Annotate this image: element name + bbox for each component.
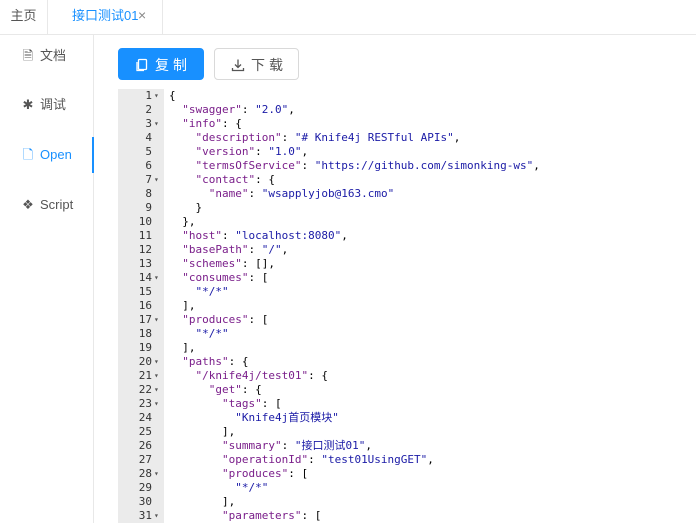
- line-number: 17: [138, 313, 152, 326]
- tab-bar: 主页 接口测试01 ×: [0, 0, 696, 35]
- line-number: 25: [138, 425, 152, 438]
- code-text: "contact": {: [195, 173, 275, 186]
- code-text: "produces": [: [221, 467, 309, 480]
- line-number: 6: [145, 159, 152, 172]
- fold-toggle-icon[interactable]: ▾: [154, 117, 159, 131]
- code-text: ],: [169, 299, 196, 312]
- line-number: 24: [138, 411, 152, 424]
- code-text: "produces": [: [182, 313, 269, 326]
- line-number: 21: [138, 369, 152, 382]
- fold-toggle-icon[interactable]: ▾: [154, 383, 159, 397]
- line-number: 12: [138, 243, 152, 256]
- line-number: 5: [145, 145, 152, 158]
- line-number: 22: [138, 383, 152, 396]
- tab-label: 接口测试01: [72, 8, 139, 23]
- line-number: 20: [138, 355, 152, 368]
- code-text: "info": {: [182, 117, 242, 130]
- code-text: "description": "# Knife4j RESTful APIs",: [195, 131, 461, 144]
- fold-toggle-icon[interactable]: ▾: [154, 355, 159, 369]
- line-number: 27: [138, 453, 152, 466]
- code-text: "*/*": [195, 285, 229, 298]
- tab-home[interactable]: 主页: [0, 0, 48, 34]
- line-number: 3: [145, 117, 152, 130]
- fold-toggle-icon[interactable]: ▾: [154, 369, 159, 383]
- code-text: },: [169, 215, 196, 228]
- code-text: "tags": [: [221, 397, 282, 410]
- code-text: "*/*": [195, 327, 229, 340]
- code-text: "name": "wsapplyjob@163.cmo": [208, 187, 395, 200]
- close-icon[interactable]: ×: [138, 0, 146, 31]
- tab-interface-test[interactable]: 接口测试01 ×: [58, 0, 163, 34]
- fold-toggle-icon[interactable]: ▾: [154, 467, 159, 481]
- line-number: 16: [138, 299, 152, 312]
- sidebar-item-label: Script: [40, 197, 74, 212]
- code-text: "basePath": "/",: [182, 243, 289, 256]
- code-text: "summary": "接口测试01",: [221, 439, 372, 452]
- line-number: 19: [138, 341, 152, 354]
- code-text: ],: [169, 495, 236, 508]
- code-text: "paths": {: [182, 355, 249, 368]
- download-button[interactable]: 下载: [214, 48, 299, 80]
- line-number: 11: [138, 229, 152, 242]
- download-label: 下载: [251, 57, 287, 73]
- code-editor[interactable]: 1 ▾{2 "swagger": "2.0", 3 ▾ "info": {4 "des…: [118, 89, 696, 523]
- code-icon: ❖: [22, 197, 34, 212]
- sidebar-item-script[interactable]: ❖ Script: [0, 187, 93, 223]
- line-number: 8: [145, 187, 152, 200]
- fold-toggle-icon[interactable]: ▾: [154, 397, 159, 411]
- code-text: "swagger": "2.0",: [182, 103, 295, 116]
- line-number: 2: [145, 103, 152, 116]
- line-number: 30: [138, 495, 152, 508]
- copy-button[interactable]: 复制: [118, 48, 204, 80]
- fold-toggle-icon[interactable]: ▾: [154, 313, 159, 327]
- line-number: 4: [145, 131, 152, 144]
- code-text: "termsOfService": "https://github.com/si…: [195, 159, 540, 172]
- fold-toggle-icon[interactable]: ▾: [154, 89, 159, 103]
- download-icon: [231, 49, 245, 81]
- file-icon: 🗋: [22, 147, 34, 162]
- document-icon: 🗎: [22, 48, 34, 63]
- copy-label: 复制: [155, 57, 191, 73]
- code-text: {: [169, 89, 176, 102]
- line-number: 9: [145, 201, 152, 214]
- code-text: "get": {: [208, 383, 262, 396]
- code-text: "*/*": [235, 481, 269, 494]
- fold-toggle-icon[interactable]: ▾: [154, 271, 159, 285]
- code-text: "Knife4j首页模块": [235, 411, 339, 424]
- code-text: }: [169, 201, 203, 214]
- line-number: 15: [138, 285, 152, 298]
- sidebar: 🗎 文档 ✱ 调试 🗋 Open ❖ Script: [0, 35, 94, 523]
- sidebar-item-open[interactable]: 🗋 Open: [0, 137, 94, 173]
- code-text: "parameters": [: [221, 509, 322, 522]
- line-number: 23: [138, 397, 152, 410]
- code-text: "operationId": "test01UsingGET",: [221, 453, 434, 466]
- sidebar-item-label: 调试: [40, 97, 67, 112]
- copy-icon: [135, 49, 149, 81]
- code-text: "/knife4j/test01": {: [195, 369, 328, 382]
- line-number: 14: [138, 271, 152, 284]
- line-number: 26: [138, 439, 152, 452]
- code-text: "schemes": [],: [182, 257, 275, 270]
- line-number: 28: [138, 467, 152, 480]
- code-text: ],: [169, 425, 236, 438]
- fold-toggle-icon[interactable]: ▾: [154, 509, 159, 523]
- line-number: 13: [138, 257, 152, 270]
- sidebar-item-debug[interactable]: ✱ 调试: [0, 87, 93, 123]
- code-text: "consumes": [: [182, 271, 269, 284]
- line-number: 10: [138, 215, 152, 228]
- sidebar-item-docs[interactable]: 🗎 文档: [0, 38, 93, 74]
- bug-icon: ✱: [22, 97, 34, 112]
- sidebar-item-label: 文档: [40, 48, 67, 63]
- sidebar-item-label: Open: [40, 147, 72, 162]
- line-number: 7: [145, 173, 152, 186]
- line-number: 18: [138, 327, 152, 340]
- code-text: "version": "1.0",: [195, 145, 309, 158]
- fold-toggle-icon[interactable]: ▾: [154, 173, 159, 187]
- line-number: 31: [138, 509, 152, 522]
- code-text: ],: [169, 341, 196, 354]
- code-text: "host": "localhost:8080",: [182, 229, 348, 242]
- line-number: 1: [145, 89, 152, 102]
- line-number: 29: [138, 481, 152, 494]
